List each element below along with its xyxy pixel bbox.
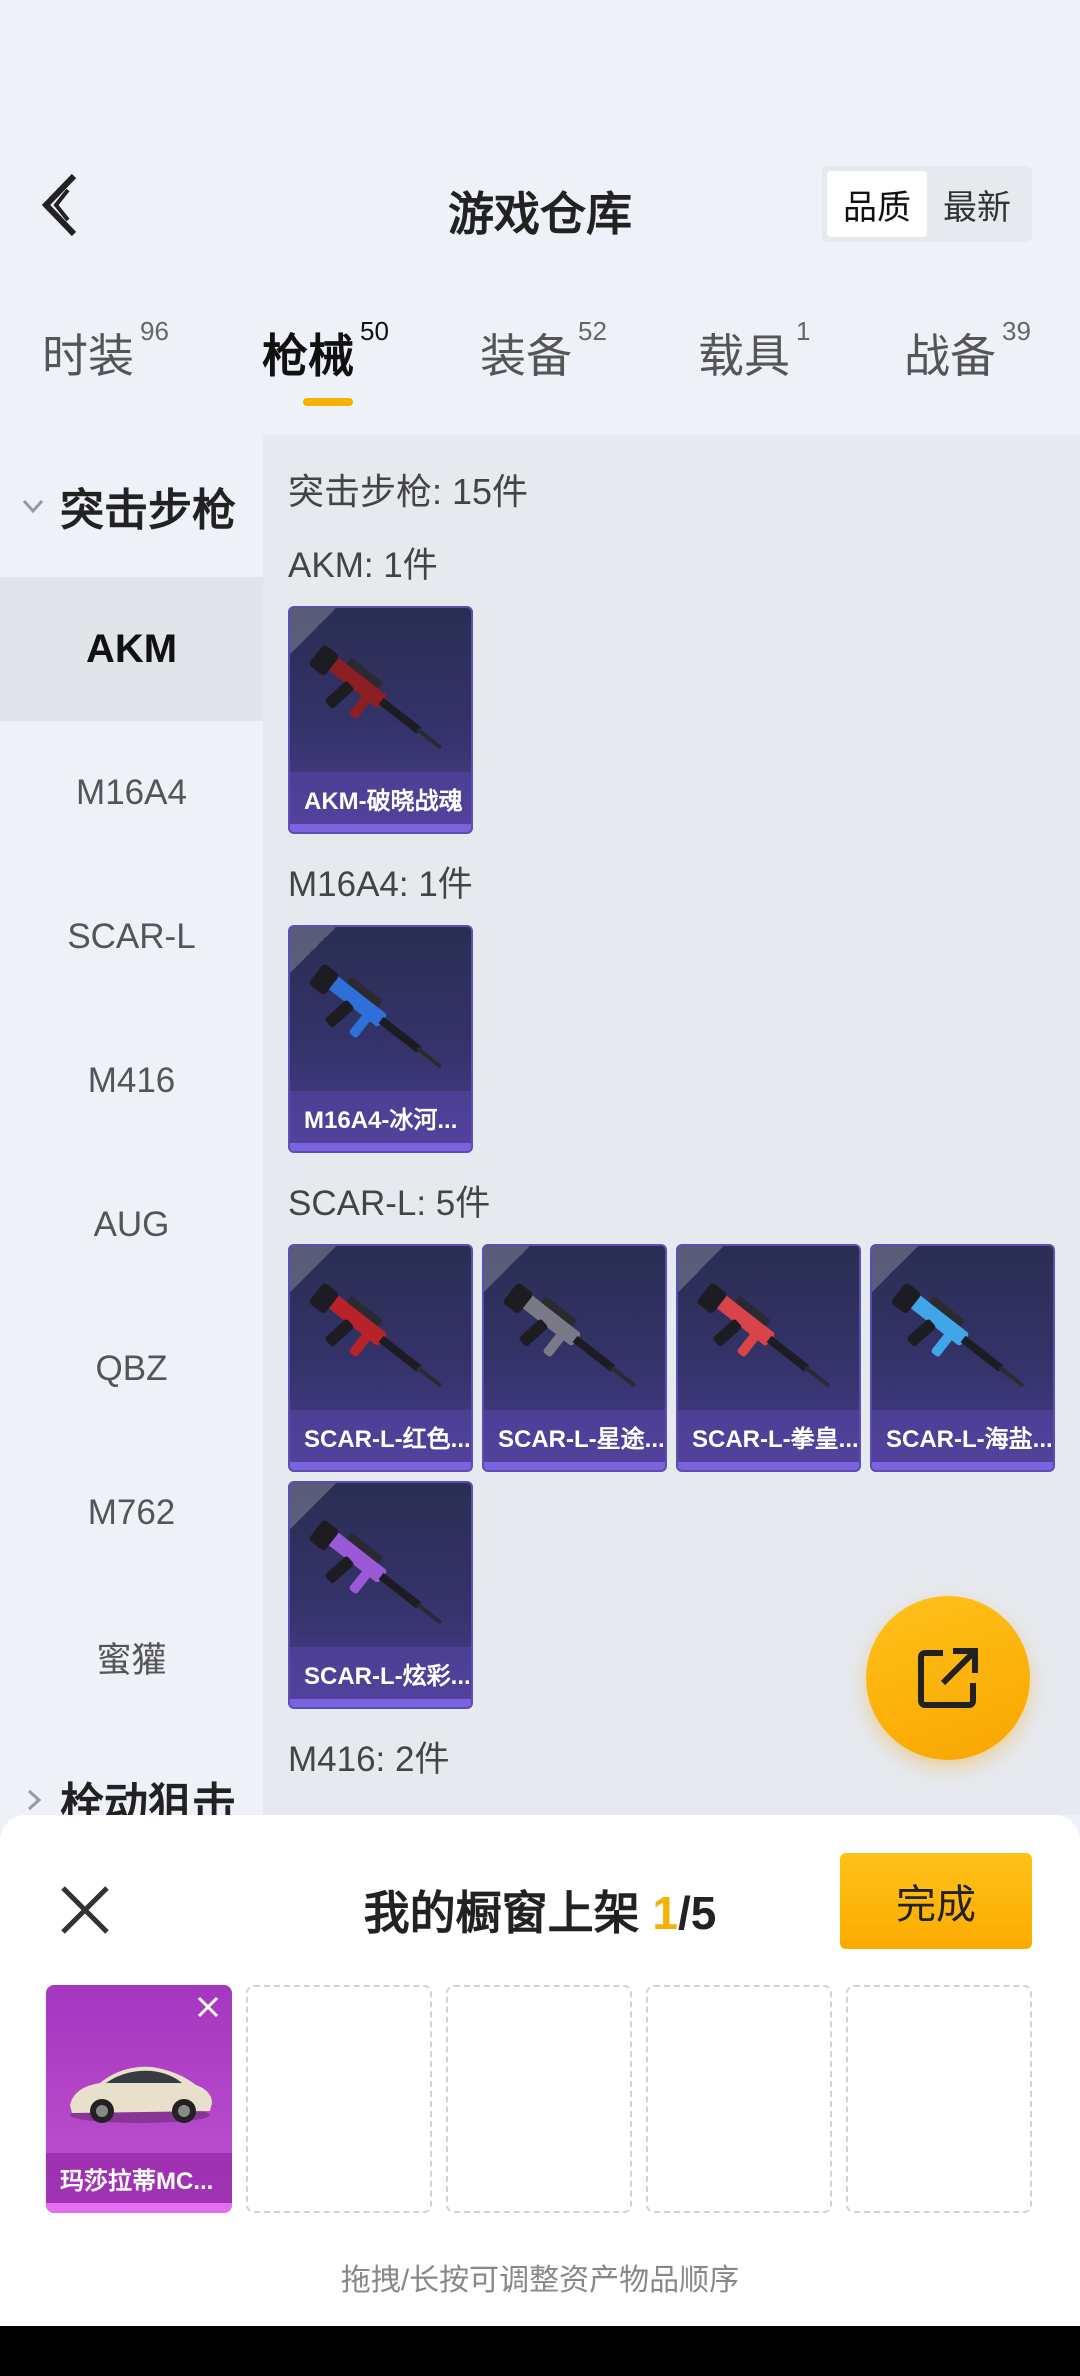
skin-name: SCAR-L-红色... — [290, 1410, 471, 1462]
rarity-bar — [290, 1699, 471, 1707]
tab-equipment[interactable]: 装备 52 — [480, 316, 607, 386]
showcase-slot-empty[interactable] — [646, 1985, 832, 2213]
sidebar-group-assault-rifle[interactable]: 突击步枪 — [0, 435, 263, 577]
active-tab-indicator — [303, 398, 353, 406]
rifle-image — [697, 1283, 831, 1388]
sidebar-item[interactable]: M16A4 — [0, 721, 263, 865]
sort-toggle: 品质 最新 — [822, 166, 1032, 242]
category-tabs: 时装 96 枪械 50 装备 52 载具 1 战备 39 — [0, 316, 1080, 420]
skin-name: SCAR-L-拳皇... — [678, 1410, 859, 1462]
showcase-slot-empty[interactable] — [846, 1985, 1032, 2213]
chevron-right-icon — [20, 1787, 46, 1813]
sidebar-group-bolt-sniper[interactable]: 栓动狙击 — [0, 1729, 263, 1815]
weapon-skin-card[interactable]: SCAR-L-炫彩... — [288, 1481, 473, 1709]
weapon-skin-card[interactable]: SCAR-L-星途... — [482, 1244, 667, 1472]
close-icon — [197, 1996, 219, 2018]
share-out-icon — [918, 1648, 978, 1708]
sort-latest-option[interactable]: 最新 — [927, 171, 1027, 237]
skin-name: M16A4-冰河... — [290, 1091, 471, 1143]
skin-name: SCAR-L-海盐... — [872, 1410, 1053, 1462]
sidebar-item[interactable]: AUG — [0, 1153, 263, 1297]
rarity-bar — [678, 1462, 859, 1470]
weapon-skin-card[interactable]: SCAR-L-海盐... — [870, 1244, 1055, 1472]
showcase-title-text: 我的橱窗上架 — [363, 1887, 653, 1939]
tab-count: 50 — [360, 316, 389, 346]
showcase-total: /5 — [678, 1887, 717, 1939]
weapon-skin-card[interactable]: M16A4-冰河... — [288, 925, 473, 1153]
slot-item-name: 玛莎拉蒂MC... — [46, 2153, 232, 2203]
section-title: M16A4: 1件 — [288, 865, 473, 904]
tab-label: 载具 — [698, 330, 790, 382]
done-button[interactable]: 完成 — [840, 1853, 1032, 1949]
sidebar-item[interactable]: AKM — [0, 577, 263, 721]
sports-car-image — [70, 2066, 212, 2123]
showcase-slot-empty[interactable] — [446, 1985, 632, 2213]
showcase-count: 1 — [652, 1887, 678, 1939]
tab-guns[interactable]: 枪械 50 — [262, 316, 389, 386]
rarity-bar — [290, 1143, 471, 1151]
showcase-slots: 玛莎拉蒂MC... — [46, 1985, 1032, 2213]
skin-name: AKM-破晓战魂 — [290, 772, 471, 824]
sidebar-group-label: 栓动狙击 — [60, 1780, 236, 1815]
sidebar-item[interactable]: 蜜獾 — [0, 1585, 263, 1729]
sidebar-item[interactable]: M416 — [0, 1009, 263, 1153]
rifle-image — [309, 964, 443, 1069]
section-title: SCAR-L: 5件 — [288, 1184, 491, 1223]
category-title: 突击步枪: 15件 — [288, 471, 529, 512]
tab-fashion[interactable]: 时装 96 — [42, 316, 169, 386]
header: 游戏仓库 品质 最新 — [0, 150, 1080, 260]
showcase-slot-empty[interactable] — [246, 1985, 432, 2213]
skin-name: SCAR-L-炫彩... — [290, 1647, 471, 1699]
tab-vehicles[interactable]: 载具 1 — [698, 316, 810, 386]
sidebar-item[interactable]: M762 — [0, 1441, 263, 1585]
system-nav-bar — [0, 2326, 1080, 2376]
share-button[interactable] — [866, 1596, 1030, 1760]
item-grid: AKM-破晓战魂 — [288, 606, 1078, 834]
rifle-image — [309, 1520, 443, 1625]
skin-name: SCAR-L-星途... — [484, 1410, 665, 1462]
rifle-image — [891, 1283, 1025, 1388]
rarity-bar — [872, 1462, 1053, 1470]
remove-item-button[interactable] — [190, 1989, 226, 2025]
weapon-skin-card[interactable]: SCAR-L-红色... — [288, 1244, 473, 1472]
item-grid: M16A4-冰河... — [288, 925, 1078, 1153]
tab-count: 96 — [140, 316, 169, 346]
tab-label: 装备 — [480, 330, 572, 382]
tab-label: 时装 — [42, 330, 134, 382]
tab-count: 52 — [578, 316, 607, 346]
tab-count: 1 — [796, 316, 811, 346]
sidebar-group-label: 突击步枪 — [60, 486, 236, 535]
tab-label: 枪械 — [262, 330, 354, 382]
tab-label: 战备 — [904, 330, 996, 382]
chevron-down-icon — [20, 493, 46, 519]
rifle-image — [309, 645, 443, 750]
rarity-bar — [46, 2203, 232, 2213]
section-title: AKM: 1件 — [288, 546, 438, 585]
sidebar-item[interactable]: QBZ — [0, 1297, 263, 1441]
weapon-type-sidebar: 突击步枪 AKM M16A4 SCAR-L M416 AUG QBZ M762 蜜獾 栓动狙击 — [0, 435, 263, 1815]
sort-quality-option[interactable]: 品质 — [827, 171, 927, 237]
rifle-image — [503, 1283, 637, 1388]
weapon-skin-card[interactable]: SCAR-L-拳皇... — [676, 1244, 861, 1472]
tab-supplies[interactable]: 战备 39 — [904, 316, 1031, 386]
rifle-image — [309, 1283, 443, 1388]
sidebar-item[interactable]: SCAR-L — [0, 865, 263, 1009]
rarity-bar — [290, 824, 471, 832]
showcase-slot-filled[interactable]: 玛莎拉蒂MC... — [46, 1985, 232, 2213]
reorder-hint: 拖拽/长按可调整资产物品顺序 — [340, 2264, 740, 2297]
tab-count: 39 — [1002, 316, 1031, 346]
weapon-skin-card[interactable]: AKM-破晓战魂 — [288, 606, 473, 834]
rarity-bar — [290, 1462, 471, 1470]
rarity-bar — [484, 1462, 665, 1470]
showcase-sheet: 我的橱窗上架 1/5 完成 玛莎拉蒂MC... 拖拽/长按可调整资产物品顺序 — [0, 1815, 1080, 2326]
